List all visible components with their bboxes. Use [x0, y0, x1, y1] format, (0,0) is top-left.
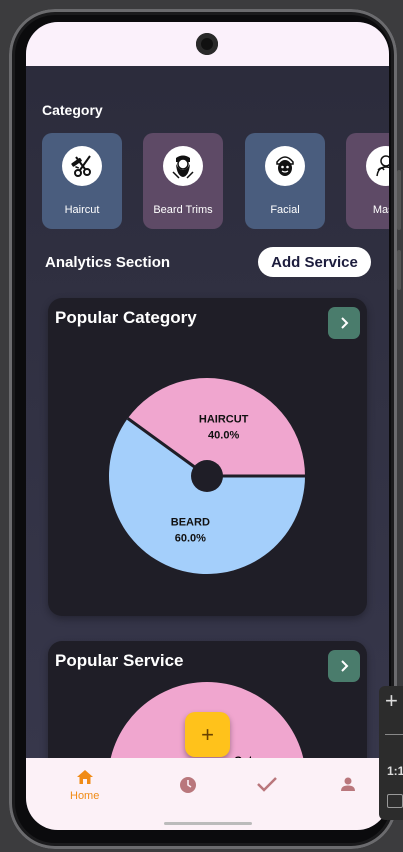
popular-category-pie-chart: HAIRCUT 40.0% BEARD 60.0% [108, 378, 305, 574]
facial-mask-icon [265, 146, 305, 186]
clock-icon [180, 777, 196, 793]
aspect-ratio-label[interactable]: 1:1 [387, 764, 403, 778]
panel-divider [385, 734, 403, 735]
nav-item-done[interactable] [256, 775, 278, 793]
scissors-comb-icon [62, 146, 102, 186]
pie-label-beard: BEARD [171, 516, 210, 528]
screenshot-icon[interactable] [387, 794, 403, 808]
category-card-haircut[interactable]: Haircut [42, 133, 122, 229]
nav-item-profile[interactable] [340, 776, 356, 792]
category-card-beard-trims[interactable]: Beard Trims [143, 133, 223, 229]
plus-icon: + [201, 721, 214, 747]
pie-label-haircut: HAIRCUT [199, 414, 249, 426]
pie-value-haircut: 40.0% [208, 430, 239, 442]
category-label: Haircut [64, 204, 100, 216]
pie-center-hole [191, 460, 223, 492]
category-heading: Category [42, 102, 103, 118]
emulator-side-panel: + 1:1 [379, 686, 403, 820]
person-icon [341, 777, 355, 791]
bottom-navigation: Home [26, 758, 389, 830]
popular-category-card: Popular Category HAIRCUT 40.0% BEARD 60.0% [48, 298, 367, 616]
check-icon [257, 777, 277, 792]
beard-icon [163, 146, 203, 186]
analytics-heading: Analytics Section [45, 254, 171, 271]
home-icon [76, 770, 93, 784]
plus-icon[interactable]: + [385, 688, 398, 714]
status-bar [26, 22, 389, 66]
add-service-button[interactable]: Add Service [258, 247, 371, 277]
category-card-facial[interactable]: Facial [245, 133, 325, 229]
category-label: Facial [270, 204, 300, 216]
massage-icon [366, 146, 389, 186]
app-screen: Category Haircut Beard Trims Facial Ma A… [26, 22, 389, 830]
nav-item-home[interactable]: Home [70, 768, 99, 802]
volume-button [397, 170, 401, 230]
home-indicator [164, 822, 252, 825]
nav-label-home: Home [70, 790, 100, 802]
category-label: Mass [372, 204, 389, 216]
add-fab-button[interactable]: + [185, 712, 230, 757]
front-camera [196, 33, 218, 55]
category-label: Beard Trims [153, 204, 213, 216]
scroll-content[interactable]: Category Haircut Beard Trims Facial Ma A… [26, 66, 389, 781]
pie-value-beard: 60.0% [175, 532, 206, 544]
power-button [397, 250, 401, 290]
nav-item-history[interactable] [179, 776, 197, 794]
category-card-massage[interactable]: Mass [346, 133, 389, 229]
